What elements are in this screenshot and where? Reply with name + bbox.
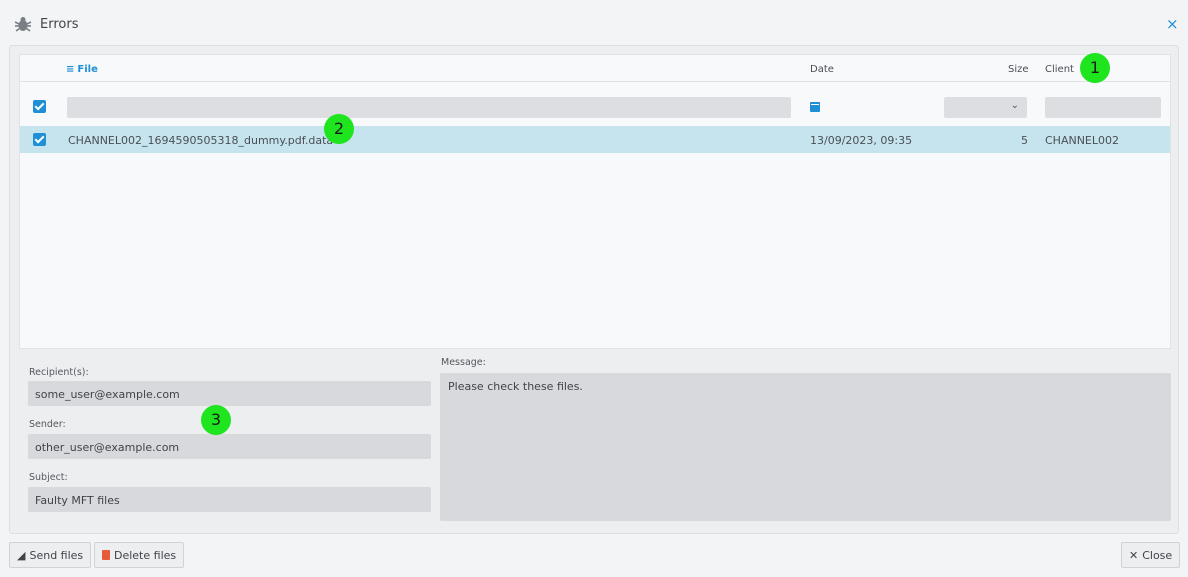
column-header-date[interactable]: Date [810, 64, 834, 75]
row-file-name: CHANNEL002_1694590505318_dummy.pdf.data [68, 134, 334, 147]
main-panel: ≡ File Date Size Client ⌄ CHANNEL002_1694… [9, 45, 1179, 534]
table-row[interactable]: CHANNEL002_1694590505318_dummy.pdf.data … [20, 126, 1170, 153]
row-size: 5 [1021, 134, 1028, 147]
message-label: Message: [441, 357, 486, 368]
close-label: Close [1142, 549, 1173, 562]
filter-row: ⌄ [20, 83, 1170, 118]
row-date: 13/09/2023, 09:35 [810, 134, 913, 147]
trash-icon [102, 550, 110, 560]
window-title: Errors [40, 17, 79, 32]
message-textarea[interactable]: Please check these files. [440, 373, 1171, 521]
column-header-file-label: File [77, 64, 98, 75]
sender-field[interactable]: other_user@example.com [28, 434, 431, 459]
select-all-checkbox[interactable] [33, 100, 46, 113]
annotation-marker-2: 2 [324, 114, 354, 144]
subject-label: Subject: [29, 472, 68, 483]
row-client: CHANNEL002 [1045, 134, 1120, 147]
row-checkbox[interactable] [33, 133, 46, 146]
close-window-icon[interactable]: × [1166, 14, 1179, 34]
paper-plane-icon: ◢ [17, 549, 26, 562]
close-button[interactable]: ✕ Close [1121, 542, 1181, 568]
column-header-client[interactable]: Client [1045, 64, 1074, 75]
delete-files-label: Delete files [114, 549, 177, 562]
grid-header: ≡ File Date Size Client [20, 55, 1170, 82]
column-menu-icon[interactable]: ≡ [66, 64, 74, 75]
annotation-marker-1: 1 [1080, 53, 1110, 83]
bug-icon [14, 17, 32, 32]
delete-files-button[interactable]: Delete files [94, 542, 185, 568]
file-filter-input[interactable] [67, 97, 791, 118]
column-header-size[interactable]: Size [1008, 64, 1029, 75]
client-filter-input[interactable] [1045, 97, 1161, 118]
calendar-icon[interactable] [810, 102, 820, 112]
subject-field[interactable]: Faulty MFT files [28, 487, 431, 512]
title-bar: Errors × [0, 0, 1188, 46]
send-files-label: Send files [29, 549, 84, 562]
send-files-button[interactable]: ◢ Send files [9, 542, 92, 568]
chevron-down-icon: ⌄ [1010, 100, 1019, 111]
files-grid: ≡ File Date Size Client ⌄ CHANNEL002_1694… [19, 54, 1171, 349]
sender-label: Sender: [29, 419, 66, 430]
close-icon: ✕ [1129, 549, 1139, 562]
column-header-file[interactable]: ≡ File [66, 64, 98, 75]
annotation-marker-3: 3 [201, 405, 231, 435]
recipients-field[interactable]: some_user@example.com [28, 381, 431, 406]
size-filter-select[interactable]: ⌄ [944, 97, 1027, 118]
recipients-label: Recipient(s): [29, 367, 89, 378]
